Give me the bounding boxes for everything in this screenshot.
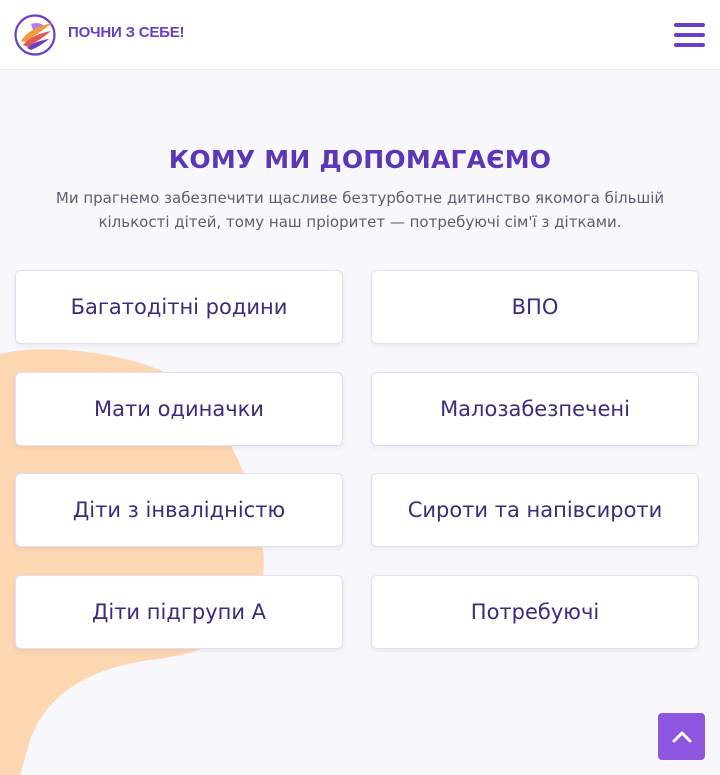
card-in-need[interactable]: Потребуючі — [371, 575, 699, 649]
card-orphans[interactable]: Сироти та напівсироти — [371, 473, 699, 547]
card-subgroup-a-children[interactable]: Діти підгрупи А — [15, 575, 343, 649]
card-single-mothers[interactable]: Мати одиначки — [15, 372, 343, 446]
hamburger-menu-icon[interactable] — [672, 20, 708, 50]
card-low-income[interactable]: Малозабезпечені — [371, 372, 699, 446]
section-description: Ми прагнемо забезпечити щасливе безтурбо… — [55, 189, 665, 231]
section-title: КОМУ МИ ДОПОМАГАЄМО — [168, 145, 552, 174]
site-header: ПОЧНИ З СЕБЕ! — [0, 0, 720, 70]
card-children-with-disabilities[interactable]: Діти з інвалідністю — [15, 473, 343, 547]
brand-name[interactable]: ПОЧНИ З СЕБЕ! — [68, 24, 185, 41]
phoenix-logo-icon[interactable] — [14, 14, 56, 56]
card-large-families[interactable]: Багатодітні родини — [15, 270, 343, 344]
scroll-to-top-button[interactable] — [658, 713, 705, 760]
card-idp[interactable]: ВПО — [371, 270, 699, 344]
chevron-up-icon — [672, 731, 691, 742]
